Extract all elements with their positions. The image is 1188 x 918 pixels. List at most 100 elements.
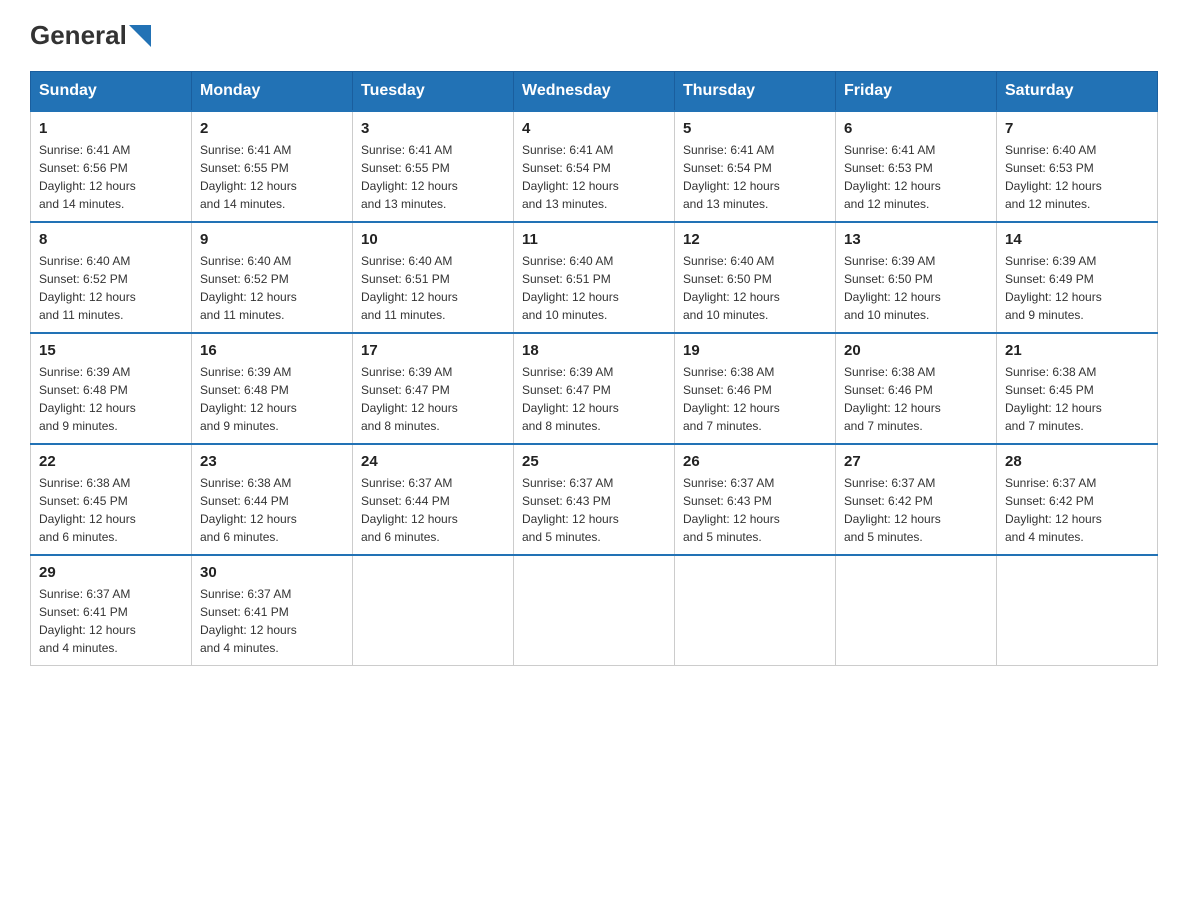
logo-general-text: General: [30, 20, 127, 51]
calendar-cell: 3 Sunrise: 6:41 AM Sunset: 6:55 PM Dayli…: [353, 111, 514, 222]
day-info: Sunrise: 6:41 AM Sunset: 6:56 PM Dayligh…: [39, 141, 183, 213]
day-number: 20: [844, 342, 988, 359]
calendar-cell: 26 Sunrise: 6:37 AM Sunset: 6:43 PM Dayl…: [675, 444, 836, 555]
column-header-tuesday: Tuesday: [353, 72, 514, 112]
day-info: Sunrise: 6:41 AM Sunset: 6:54 PM Dayligh…: [522, 141, 666, 213]
calendar-cell: 27 Sunrise: 6:37 AM Sunset: 6:42 PM Dayl…: [836, 444, 997, 555]
day-number: 5: [683, 120, 827, 137]
day-number: 19: [683, 342, 827, 359]
calendar-cell: 10 Sunrise: 6:40 AM Sunset: 6:51 PM Dayl…: [353, 222, 514, 333]
day-info: Sunrise: 6:38 AM Sunset: 6:46 PM Dayligh…: [844, 363, 988, 435]
calendar-cell: [836, 555, 997, 666]
day-number: 12: [683, 231, 827, 248]
day-info: Sunrise: 6:37 AM Sunset: 6:44 PM Dayligh…: [361, 474, 505, 546]
calendar-cell: [675, 555, 836, 666]
column-header-saturday: Saturday: [997, 72, 1158, 112]
calendar-cell: 11 Sunrise: 6:40 AM Sunset: 6:51 PM Dayl…: [514, 222, 675, 333]
day-number: 11: [522, 231, 666, 248]
calendar-cell: 16 Sunrise: 6:39 AM Sunset: 6:48 PM Dayl…: [192, 333, 353, 444]
day-number: 13: [844, 231, 988, 248]
calendar-header-row: SundayMondayTuesdayWednesdayThursdayFrid…: [31, 72, 1158, 112]
day-info: Sunrise: 6:41 AM Sunset: 6:53 PM Dayligh…: [844, 141, 988, 213]
calendar-cell: 12 Sunrise: 6:40 AM Sunset: 6:50 PM Dayl…: [675, 222, 836, 333]
day-number: 3: [361, 120, 505, 137]
calendar-week-row: 15 Sunrise: 6:39 AM Sunset: 6:48 PM Dayl…: [31, 333, 1158, 444]
calendar-cell: 18 Sunrise: 6:39 AM Sunset: 6:47 PM Dayl…: [514, 333, 675, 444]
day-info: Sunrise: 6:39 AM Sunset: 6:47 PM Dayligh…: [522, 363, 666, 435]
day-number: 10: [361, 231, 505, 248]
calendar-table: SundayMondayTuesdayWednesdayThursdayFrid…: [30, 71, 1158, 666]
day-info: Sunrise: 6:39 AM Sunset: 6:48 PM Dayligh…: [200, 363, 344, 435]
calendar-cell: 30 Sunrise: 6:37 AM Sunset: 6:41 PM Dayl…: [192, 555, 353, 666]
day-info: Sunrise: 6:37 AM Sunset: 6:43 PM Dayligh…: [522, 474, 666, 546]
day-number: 17: [361, 342, 505, 359]
calendar-cell: 29 Sunrise: 6:37 AM Sunset: 6:41 PM Dayl…: [31, 555, 192, 666]
column-header-monday: Monday: [192, 72, 353, 112]
column-header-thursday: Thursday: [675, 72, 836, 112]
day-info: Sunrise: 6:38 AM Sunset: 6:44 PM Dayligh…: [200, 474, 344, 546]
day-number: 7: [1005, 120, 1149, 137]
day-number: 15: [39, 342, 183, 359]
calendar-cell: [514, 555, 675, 666]
calendar-cell: 1 Sunrise: 6:41 AM Sunset: 6:56 PM Dayli…: [31, 111, 192, 222]
day-info: Sunrise: 6:41 AM Sunset: 6:54 PM Dayligh…: [683, 141, 827, 213]
day-number: 22: [39, 453, 183, 470]
day-number: 27: [844, 453, 988, 470]
day-number: 9: [200, 231, 344, 248]
day-number: 4: [522, 120, 666, 137]
day-info: Sunrise: 6:41 AM Sunset: 6:55 PM Dayligh…: [200, 141, 344, 213]
calendar-week-row: 22 Sunrise: 6:38 AM Sunset: 6:45 PM Dayl…: [31, 444, 1158, 555]
day-number: 8: [39, 231, 183, 248]
day-number: 2: [200, 120, 344, 137]
calendar-cell: 15 Sunrise: 6:39 AM Sunset: 6:48 PM Dayl…: [31, 333, 192, 444]
day-number: 14: [1005, 231, 1149, 248]
day-number: 18: [522, 342, 666, 359]
calendar-cell: 28 Sunrise: 6:37 AM Sunset: 6:42 PM Dayl…: [997, 444, 1158, 555]
calendar-cell: 25 Sunrise: 6:37 AM Sunset: 6:43 PM Dayl…: [514, 444, 675, 555]
calendar-cell: 14 Sunrise: 6:39 AM Sunset: 6:49 PM Dayl…: [997, 222, 1158, 333]
day-info: Sunrise: 6:40 AM Sunset: 6:52 PM Dayligh…: [39, 252, 183, 324]
day-number: 28: [1005, 453, 1149, 470]
calendar-cell: 22 Sunrise: 6:38 AM Sunset: 6:45 PM Dayl…: [31, 444, 192, 555]
day-number: 24: [361, 453, 505, 470]
day-info: Sunrise: 6:40 AM Sunset: 6:53 PM Dayligh…: [1005, 141, 1149, 213]
calendar-cell: 23 Sunrise: 6:38 AM Sunset: 6:44 PM Dayl…: [192, 444, 353, 555]
calendar-cell: 9 Sunrise: 6:40 AM Sunset: 6:52 PM Dayli…: [192, 222, 353, 333]
calendar-cell: 13 Sunrise: 6:39 AM Sunset: 6:50 PM Dayl…: [836, 222, 997, 333]
day-info: Sunrise: 6:40 AM Sunset: 6:50 PM Dayligh…: [683, 252, 827, 324]
calendar-cell: 20 Sunrise: 6:38 AM Sunset: 6:46 PM Dayl…: [836, 333, 997, 444]
calendar-cell: [997, 555, 1158, 666]
day-info: Sunrise: 6:38 AM Sunset: 6:45 PM Dayligh…: [1005, 363, 1149, 435]
day-info: Sunrise: 6:40 AM Sunset: 6:51 PM Dayligh…: [522, 252, 666, 324]
day-number: 16: [200, 342, 344, 359]
calendar-cell: 19 Sunrise: 6:38 AM Sunset: 6:46 PM Dayl…: [675, 333, 836, 444]
day-number: 21: [1005, 342, 1149, 359]
logo-triangle-icon: [129, 25, 151, 47]
day-info: Sunrise: 6:38 AM Sunset: 6:45 PM Dayligh…: [39, 474, 183, 546]
column-header-wednesday: Wednesday: [514, 72, 675, 112]
day-info: Sunrise: 6:37 AM Sunset: 6:42 PM Dayligh…: [1005, 474, 1149, 546]
calendar-cell: 6 Sunrise: 6:41 AM Sunset: 6:53 PM Dayli…: [836, 111, 997, 222]
calendar-cell: 4 Sunrise: 6:41 AM Sunset: 6:54 PM Dayli…: [514, 111, 675, 222]
logo: General: [30, 20, 151, 51]
day-info: Sunrise: 6:39 AM Sunset: 6:49 PM Dayligh…: [1005, 252, 1149, 324]
day-number: 6: [844, 120, 988, 137]
day-number: 23: [200, 453, 344, 470]
column-header-friday: Friday: [836, 72, 997, 112]
day-info: Sunrise: 6:39 AM Sunset: 6:48 PM Dayligh…: [39, 363, 183, 435]
day-number: 25: [522, 453, 666, 470]
calendar-week-row: 1 Sunrise: 6:41 AM Sunset: 6:56 PM Dayli…: [31, 111, 1158, 222]
day-info: Sunrise: 6:39 AM Sunset: 6:50 PM Dayligh…: [844, 252, 988, 324]
day-info: Sunrise: 6:41 AM Sunset: 6:55 PM Dayligh…: [361, 141, 505, 213]
calendar-cell: 17 Sunrise: 6:39 AM Sunset: 6:47 PM Dayl…: [353, 333, 514, 444]
day-info: Sunrise: 6:38 AM Sunset: 6:46 PM Dayligh…: [683, 363, 827, 435]
calendar-cell: [353, 555, 514, 666]
calendar-cell: 7 Sunrise: 6:40 AM Sunset: 6:53 PM Dayli…: [997, 111, 1158, 222]
calendar-cell: 8 Sunrise: 6:40 AM Sunset: 6:52 PM Dayli…: [31, 222, 192, 333]
calendar-week-row: 29 Sunrise: 6:37 AM Sunset: 6:41 PM Dayl…: [31, 555, 1158, 666]
calendar-cell: 2 Sunrise: 6:41 AM Sunset: 6:55 PM Dayli…: [192, 111, 353, 222]
day-number: 30: [200, 564, 344, 581]
day-info: Sunrise: 6:37 AM Sunset: 6:42 PM Dayligh…: [844, 474, 988, 546]
day-number: 29: [39, 564, 183, 581]
day-info: Sunrise: 6:40 AM Sunset: 6:51 PM Dayligh…: [361, 252, 505, 324]
